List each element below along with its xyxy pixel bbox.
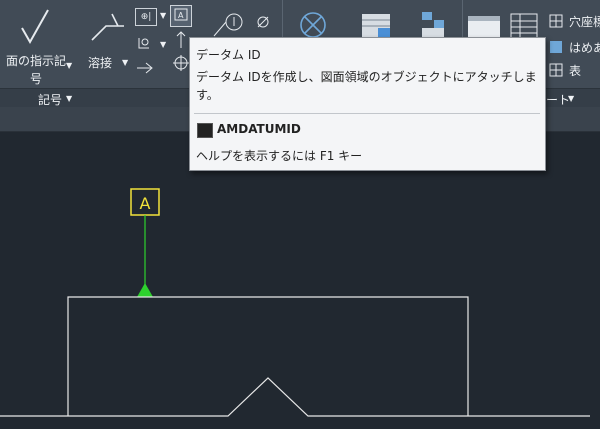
chevron-down-icon: ▼ <box>568 94 575 103</box>
surface-finish-label: 面の指示記 <box>6 54 67 68</box>
datum-triangle <box>137 283 153 297</box>
crosshair-icon <box>173 55 189 71</box>
hole-table-icon <box>549 14 563 28</box>
tooltip-divider <box>194 113 540 114</box>
fit-list-label: はめあ <box>569 41 600 55</box>
drawing-geometry: A <box>0 188 590 417</box>
datum-id-icon: A <box>174 8 188 21</box>
arrow-right-icon <box>137 62 153 74</box>
part-outline <box>67 296 469 416</box>
chevron-down-icon: ▼ <box>66 94 73 103</box>
leader-button[interactable] <box>135 60 155 76</box>
datum-target-icon <box>138 38 149 49</box>
taper-button[interactable] <box>174 30 188 50</box>
table-label: 表 <box>569 64 582 78</box>
datum-id-button[interactable]: A <box>170 5 192 27</box>
dimension-button[interactable] <box>255 10 273 30</box>
chevron-down-icon: ▼ <box>160 40 167 49</box>
welding-button[interactable]: 溶接 ▼ <box>82 0 132 88</box>
table-button[interactable]: 表 <box>549 61 600 79</box>
fit-list-button[interactable]: はめあ <box>549 38 600 56</box>
hole-coord-label: 穴座標 <box>569 15 600 29</box>
circle-cross-icon <box>300 12 326 38</box>
taper-icon <box>176 31 186 48</box>
tooltip-title: データム ID <box>196 48 261 62</box>
tooltip: データム ID データム IDを作成し、図面領域のオブジェクトにアタッチします。… <box>189 37 546 171</box>
svg-text:A: A <box>178 11 184 20</box>
suppress-button[interactable] <box>296 10 330 40</box>
surface-finish-label-line2: 号 <box>30 72 43 86</box>
fit-list-icon <box>550 41 562 53</box>
panel-symbols-label[interactable]: 記号 <box>38 91 62 108</box>
hole-coord-button[interactable]: 穴座標 <box>549 12 600 30</box>
tooltip-description: データム IDを作成し、図面領域のオブジェクトにアタッチします。 <box>196 70 537 102</box>
grid-icon <box>549 63 563 77</box>
welding-label: 溶接 <box>88 56 113 70</box>
diameter-icon <box>257 16 269 28</box>
tooltip-command: AMDATUMID <box>217 122 301 136</box>
command-icon <box>197 123 213 138</box>
datum-letter: A <box>140 194 151 213</box>
datum-target-button[interactable] <box>135 36 155 52</box>
surface-finish-icon <box>21 9 49 45</box>
feature-control-icon <box>213 13 243 37</box>
welding-icon <box>91 13 124 41</box>
geometric-tolerance-button[interactable] <box>212 8 246 38</box>
feature-control-button[interactable]: ⊕| <box>135 8 157 26</box>
chevron-down-icon: ▼ <box>122 58 129 67</box>
surface-finish-button[interactable]: 面の指示記 号 ▼ <box>0 0 72 88</box>
chevron-down-icon: ▼ <box>66 61 73 70</box>
tooltip-help: ヘルプを表示するには F1 キー <box>196 149 363 163</box>
panel-table-label[interactable]: ート <box>546 91 570 108</box>
drawing-canvas[interactable]: A <box>0 132 600 425</box>
part-base-line <box>0 377 590 417</box>
target-button[interactable] <box>172 54 190 72</box>
chevron-down-icon: ▼ <box>160 11 167 20</box>
